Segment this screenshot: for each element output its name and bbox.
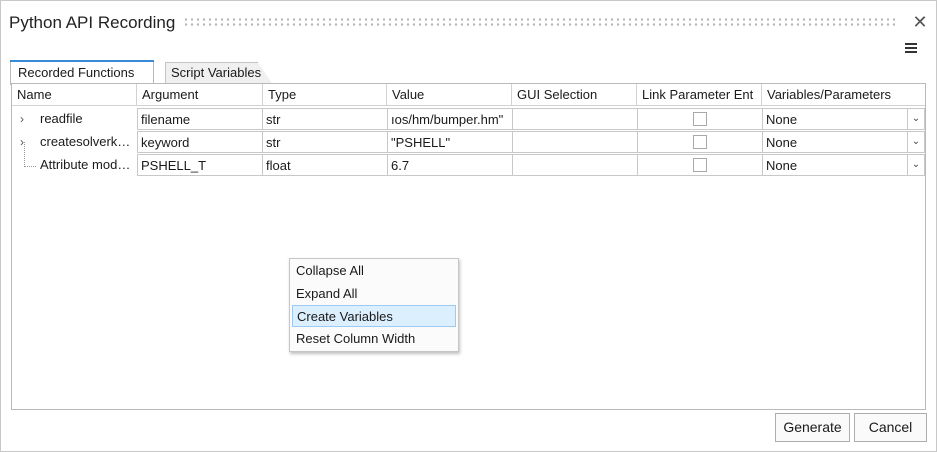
- value-field[interactable]: "PSHELL": [387, 131, 513, 153]
- variables-parameters-dropdown[interactable]: None ⌄: [762, 131, 925, 153]
- hamburger-menu-icon[interactable]: [903, 41, 919, 55]
- menu-item-reset-column-width[interactable]: Reset Column Width: [292, 328, 456, 350]
- close-icon[interactable]: ✕: [909, 11, 931, 33]
- gui-selection-cell[interactable]: [512, 154, 638, 176]
- title-drag-handle[interactable]: [183, 17, 897, 27]
- dialog-title: Python API Recording: [9, 13, 176, 32]
- chevron-down-icon[interactable]: ⌄: [907, 132, 924, 152]
- column-header-argument[interactable]: Argument: [137, 84, 263, 106]
- gui-selection-cell[interactable]: [512, 131, 638, 153]
- column-header-type[interactable]: Type: [263, 84, 387, 106]
- link-parameter-checkbox[interactable]: [693, 158, 707, 172]
- function-name: createsolverk…: [40, 134, 131, 149]
- menu-item-collapse-all[interactable]: Collapse All: [292, 260, 456, 282]
- tab-script-variables[interactable]: Script Variables: [165, 60, 273, 85]
- tab-recorded-functions[interactable]: Recorded Functions: [10, 60, 154, 85]
- cancel-button[interactable]: Cancel: [854, 413, 927, 442]
- argument-cell: keyword: [137, 131, 263, 153]
- chevron-right-icon[interactable]: ›: [20, 108, 30, 130]
- tab-label: Script Variables: [171, 65, 262, 80]
- type-cell: str: [262, 108, 388, 130]
- menu-item-create-variables[interactable]: Create Variables: [292, 305, 456, 327]
- link-parameter-cell: [637, 108, 763, 130]
- function-name: Attribute mod…: [40, 157, 131, 172]
- value-field[interactable]: ıos/hm/bumper.hm": [387, 108, 513, 130]
- type-cell: float: [262, 154, 388, 176]
- tab-label: Recorded Functions: [18, 65, 135, 80]
- link-parameter-cell: [637, 154, 763, 176]
- type-cell: str: [262, 131, 388, 153]
- chevron-down-icon[interactable]: ⌄: [907, 155, 924, 175]
- column-header-link-parameter[interactable]: Link Parameter Ent: [637, 84, 762, 106]
- gui-selection-cell[interactable]: [512, 108, 638, 130]
- generate-button[interactable]: Generate: [775, 413, 850, 442]
- chevron-right-icon[interactable]: ›: [20, 131, 30, 153]
- variables-parameters-dropdown[interactable]: None ⌄: [762, 108, 925, 130]
- column-header-variables-parameters[interactable]: Variables/Parameters: [762, 84, 925, 106]
- menu-item-expand-all[interactable]: Expand All: [292, 283, 456, 305]
- column-header-value[interactable]: Value: [387, 84, 512, 106]
- tree-connector: [24, 166, 36, 167]
- dropdown-value: None: [766, 158, 798, 173]
- context-menu: Collapse All Expand All Create Variables…: [289, 258, 459, 352]
- argument-cell: filename: [137, 108, 263, 130]
- dropdown-value: None: [766, 135, 798, 150]
- link-parameter-checkbox[interactable]: [693, 135, 707, 149]
- function-name: readfile: [40, 111, 83, 126]
- dropdown-value: None: [766, 112, 798, 127]
- value-field[interactable]: 6.7: [387, 154, 513, 176]
- link-parameter-cell: [637, 131, 763, 153]
- recorded-functions-panel: Name Argument Type Value GUI Selection L…: [11, 83, 926, 410]
- argument-cell: PSHELL_T: [137, 154, 263, 176]
- column-header-name[interactable]: Name: [12, 84, 137, 106]
- variables-parameters-dropdown[interactable]: None ⌄: [762, 154, 925, 176]
- link-parameter-checkbox[interactable]: [693, 112, 707, 126]
- chevron-down-icon[interactable]: ⌄: [907, 109, 924, 129]
- active-tab-indicator: [10, 60, 154, 62]
- column-header-gui-selection[interactable]: GUI Selection: [512, 84, 637, 106]
